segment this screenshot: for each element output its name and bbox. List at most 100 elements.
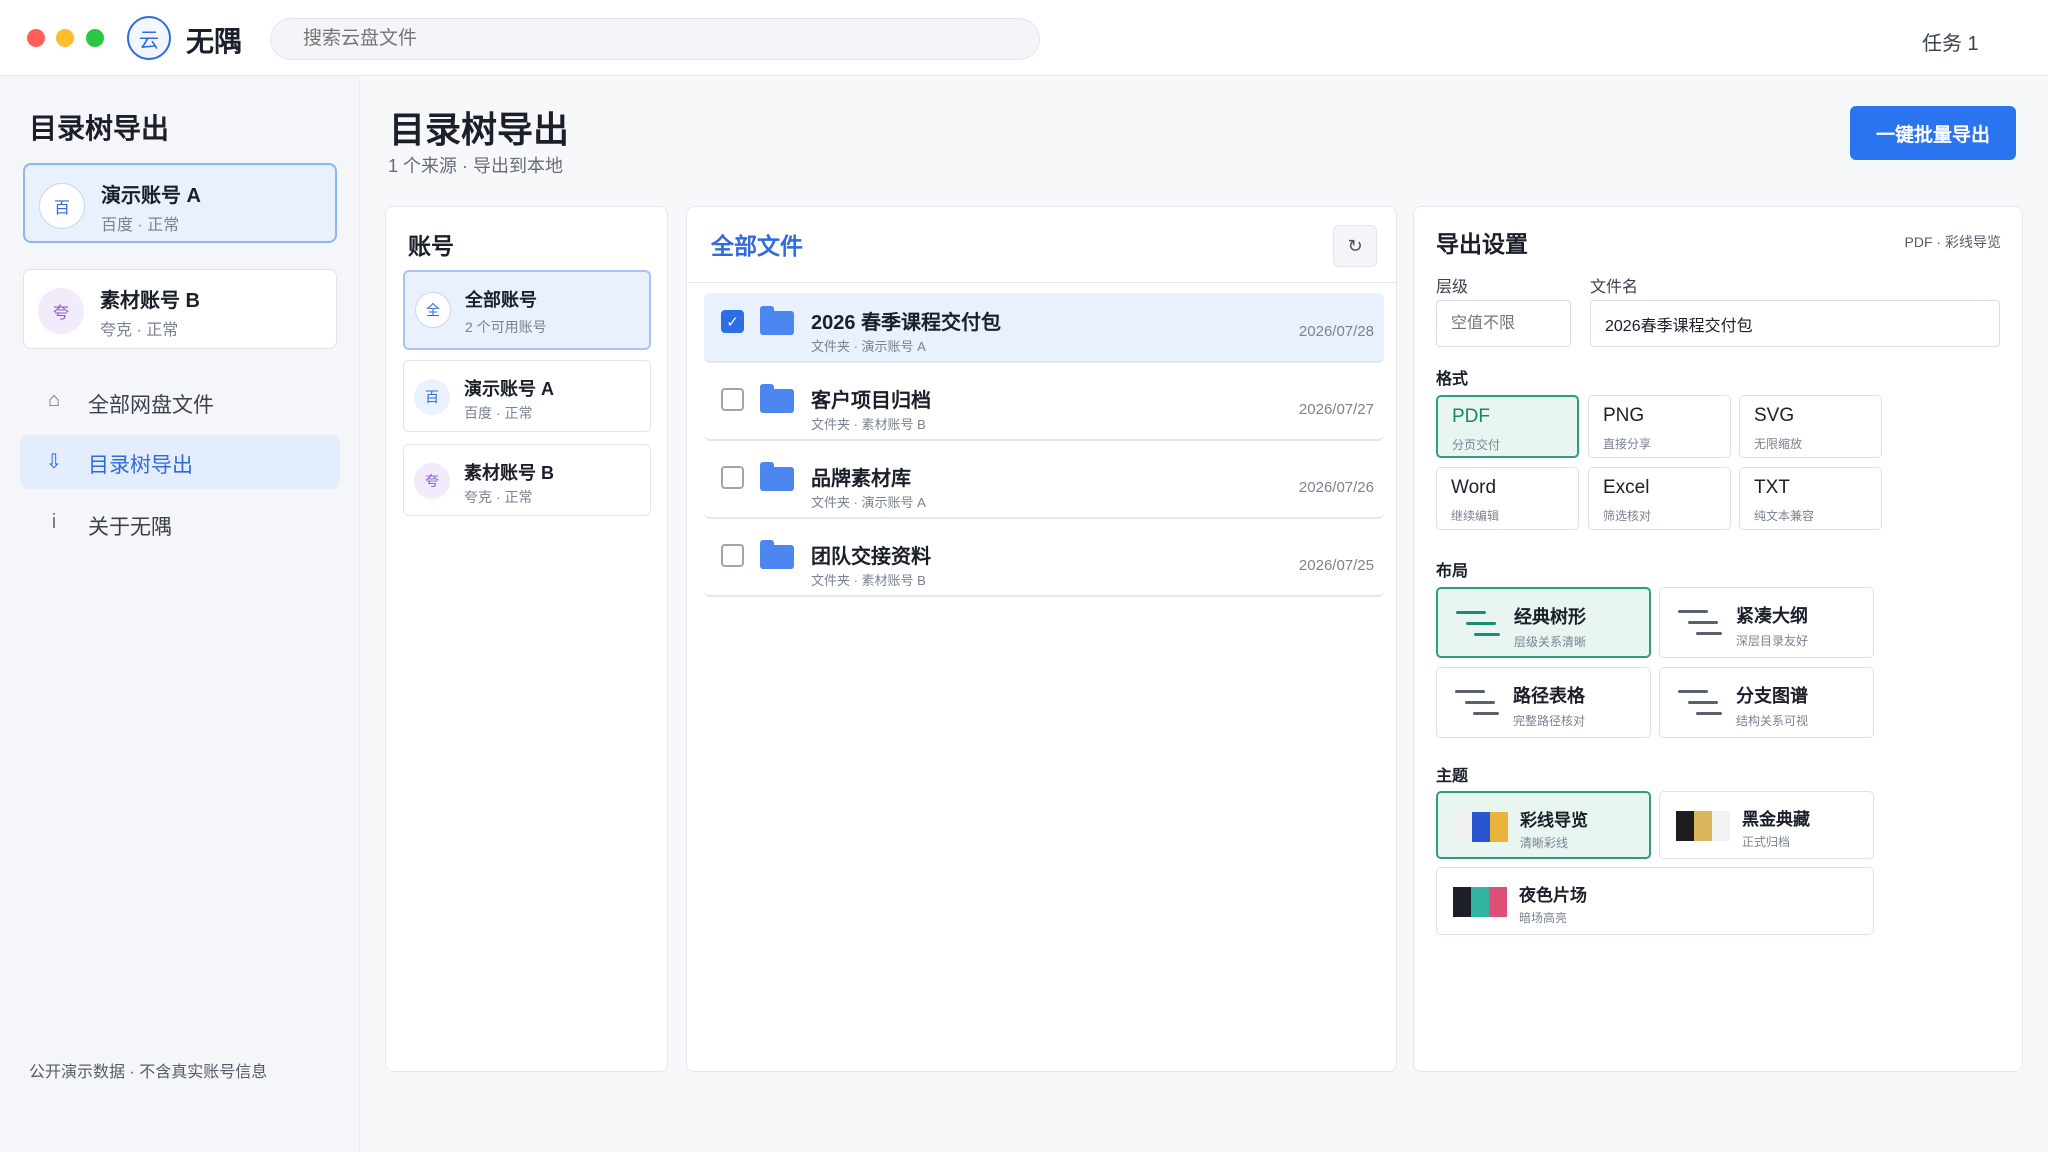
- level-label: 层级: [1436, 279, 1469, 296]
- theme-name: 彩线导览: [1520, 811, 1588, 830]
- app-logo-icon: 云: [127, 16, 171, 60]
- layout-desc: 结构关系可视: [1736, 714, 1809, 728]
- file-meta: 文件夹 · 演示账号 A: [811, 495, 926, 510]
- format-name: Excel: [1603, 477, 1650, 498]
- layout-option-classic-tree[interactable]: 经典树形 层级关系清晰: [1436, 587, 1651, 658]
- account-status: 百度 · 正常: [464, 405, 533, 421]
- theme-swatch: [1454, 812, 1508, 842]
- file-date: 2026/07/27: [1298, 401, 1374, 418]
- avatar: 夸: [414, 463, 450, 499]
- filename-input[interactable]: [1590, 300, 2000, 347]
- file-row[interactable]: 品牌素材库 文件夹 · 演示账号 A 2026/07/26: [704, 449, 1384, 519]
- theme-name: 夜色片场: [1519, 886, 1587, 905]
- avatar: 百: [39, 183, 85, 229]
- page-title: 目录树导出: [389, 109, 570, 150]
- window-maximize-button[interactable]: [86, 29, 104, 47]
- format-option-pdf[interactable]: PDF 分页交付: [1436, 395, 1579, 458]
- file-row[interactable]: ✓ 2026 春季课程交付包 文件夹 · 演示账号 A 2026/07/28: [704, 293, 1384, 363]
- sidebar-item-tree-export[interactable]: ⇩ 目录树导出: [20, 435, 340, 489]
- format-option-png[interactable]: PNG 直接分享: [1588, 395, 1731, 458]
- sidebar-account-a[interactable]: 百 演示账号 A 百度 · 正常: [23, 163, 337, 243]
- account-status: 夸克 · 正常: [464, 489, 533, 505]
- file-checkbox[interactable]: [721, 544, 744, 567]
- sidebar-account-b[interactable]: 夸 素材账号 B 夸克 · 正常: [23, 269, 337, 349]
- file-date: 2026/07/28: [1298, 323, 1374, 340]
- account-filter-a[interactable]: 百 演示账号 A 百度 · 正常: [403, 360, 651, 432]
- refresh-icon[interactable]: ↻: [1333, 225, 1377, 267]
- file-row[interactable]: 团队交接资料 文件夹 · 素材账号 B 2026/07/25: [704, 527, 1384, 597]
- avatar: 百: [414, 379, 450, 415]
- account-name: 素材账号 B: [100, 290, 200, 312]
- format-name: PNG: [1603, 405, 1645, 426]
- theme-option-color-line[interactable]: 彩线导览 清晰彩线: [1436, 791, 1651, 859]
- sidebar: 目录树导出 百 演示账号 A 百度 · 正常 夸 素材账号 B 夸克 · 正常 …: [0, 77, 360, 1152]
- file-checkbox[interactable]: ✓: [721, 310, 744, 333]
- file-row[interactable]: 客户项目归档 文件夹 · 素材账号 B 2026/07/27: [704, 371, 1384, 441]
- file-meta: 文件夹 · 素材账号 B: [811, 573, 926, 588]
- folder-icon: [760, 462, 794, 491]
- layout-name: 分支图谱: [1736, 686, 1808, 706]
- tasks-indicator[interactable]: 任务 1: [1922, 27, 1979, 56]
- files-panel: 全部文件 ↻ ✓ 2026 春季课程交付包 文件夹 · 演示账号 A 2026/…: [686, 206, 1398, 1072]
- search-input[interactable]: [270, 18, 1040, 60]
- file-checkbox[interactable]: [721, 466, 744, 489]
- account-filter-all[interactable]: 全 全部账号 2 个可用账号: [403, 270, 651, 350]
- account-name: 演示账号 A: [101, 185, 201, 207]
- theme-desc: 正式归档: [1742, 835, 1791, 849]
- sidebar-footer-note: 公开演示数据 · 不含真实账号信息: [29, 1064, 268, 1081]
- format-option-excel[interactable]: Excel 筛选核对: [1588, 467, 1731, 530]
- account-name: 素材账号 B: [464, 463, 554, 483]
- format-label: 格式: [1436, 371, 1469, 388]
- file-checkbox[interactable]: [721, 388, 744, 411]
- format-desc: 分页交付: [1452, 438, 1501, 452]
- info-icon: i: [51, 511, 57, 533]
- layout-name: 经典树形: [1514, 607, 1586, 627]
- sidebar-item-all-files[interactable]: ⌂ 全部网盘文件: [20, 375, 340, 429]
- file-name: 品牌素材库: [811, 468, 911, 490]
- account-filter-b[interactable]: 夸 素材账号 B 夸克 · 正常: [403, 444, 651, 516]
- page-subtitle: 1 个来源 · 导出到本地: [388, 156, 564, 176]
- download-icon: ⇩: [45, 451, 63, 473]
- sidebar-item-about[interactable]: i 关于无隅: [20, 497, 340, 551]
- outline-layout-icon: [1678, 608, 1722, 638]
- file-meta: 文件夹 · 演示账号 A: [811, 339, 926, 354]
- theme-option-night-studio[interactable]: 夜色片场 暗场高亮: [1436, 867, 1874, 935]
- theme-desc: 清晰彩线: [1520, 836, 1569, 850]
- format-desc: 纯文本兼容: [1754, 509, 1815, 523]
- account-name: 演示账号 A: [464, 379, 554, 399]
- format-desc: 筛选核对: [1603, 509, 1652, 523]
- format-option-word[interactable]: Word 继续编辑: [1436, 467, 1579, 530]
- file-name: 2026 春季课程交付包: [811, 312, 1002, 334]
- format-option-txt[interactable]: TXT 纯文本兼容: [1739, 467, 1882, 530]
- layout-option-path-table[interactable]: 路径表格 完整路径核对: [1436, 667, 1651, 738]
- files-panel-title: 全部文件: [711, 233, 803, 259]
- account-status: 2 个可用账号: [465, 319, 547, 335]
- window-close-button[interactable]: [27, 29, 45, 47]
- format-desc: 无限缩放: [1754, 437, 1803, 451]
- window-minimize-button[interactable]: [56, 29, 74, 47]
- file-date: 2026/07/25: [1298, 557, 1374, 574]
- theme-desc: 暗场高亮: [1519, 911, 1568, 925]
- layout-option-branch-graph[interactable]: 分支图谱 结构关系可视: [1659, 667, 1874, 738]
- file-name: 团队交接资料: [811, 546, 931, 568]
- graph-layout-icon: [1678, 688, 1722, 718]
- layout-option-compact-outline[interactable]: 紧凑大纲 深层目录友好: [1659, 587, 1874, 658]
- batch-export-button[interactable]: 一键批量导出: [1850, 106, 2016, 160]
- avatar: 夸: [38, 288, 84, 334]
- export-settings-title: 导出设置: [1436, 231, 1528, 257]
- file-name: 客户项目归档: [811, 390, 931, 412]
- layout-desc: 层级关系清晰: [1514, 635, 1587, 649]
- table-layout-icon: [1455, 688, 1499, 718]
- theme-option-black-gold[interactable]: 黑金典藏 正式归档: [1659, 791, 1874, 859]
- format-desc: 直接分享: [1603, 437, 1652, 451]
- level-input[interactable]: [1436, 300, 1571, 347]
- layout-label: 布局: [1436, 563, 1469, 580]
- export-settings-panel: 导出设置 PDF · 彩线导览 层级 文件名 格式 PDF 分页交付 PNG 直…: [1413, 206, 2023, 1072]
- folder-icon: [760, 540, 794, 569]
- theme-name: 黑金典藏: [1742, 810, 1810, 829]
- account-name: 全部账号: [465, 290, 537, 310]
- theme-swatch: [1676, 811, 1730, 841]
- app-name: 无隅: [186, 26, 243, 57]
- format-desc: 继续编辑: [1451, 509, 1500, 523]
- format-option-svg[interactable]: SVG 无限缩放: [1739, 395, 1882, 458]
